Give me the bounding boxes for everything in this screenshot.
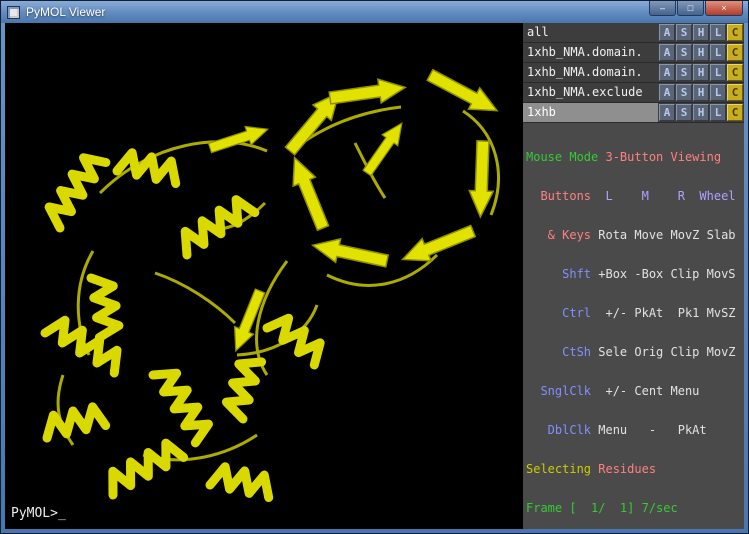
color-menu-button[interactable]: C [727, 24, 743, 41]
color-menu-button[interactable]: C [727, 64, 743, 81]
close-button[interactable]: × [705, 1, 743, 16]
object-name[interactable]: all [523, 23, 658, 42]
show-menu-button[interactable]: S [676, 104, 692, 121]
action-menu-button[interactable]: A [659, 84, 675, 101]
label-menu-button[interactable]: L [710, 84, 726, 101]
window-controls: – □ × [649, 1, 743, 16]
object-buttons: A S H L C [658, 23, 744, 42]
sidebar: all A S H L C 1xhb_NMA.domain. A S H L C [523, 23, 744, 529]
object-row-all: all A S H L C [523, 23, 744, 43]
object-row-1xhb: 1xhb A S H L C [523, 103, 744, 123]
command-prompt[interactable]: PyMOL>_ [11, 506, 66, 521]
object-buttons: A S H L C [658, 43, 744, 62]
color-menu-button[interactable]: C [727, 44, 743, 61]
snglclk-line: SnglClk +/- Cent Menu [526, 385, 742, 398]
ctsh-keys-line: CtSh Sele Orig Clip MovZ [526, 346, 742, 359]
color-menu-button[interactable]: C [727, 84, 743, 101]
frame-line[interactable]: Frame [ 1/ 1] 7/sec [526, 502, 742, 515]
object-buttons: A S H L C [658, 63, 744, 82]
show-menu-button[interactable]: S [676, 24, 692, 41]
ctrl-keys-line: Ctrl +/- PkAt Pk1 MvSZ [526, 307, 742, 320]
object-row-exclude: 1xhb_NMA.exclude A S H L C [523, 83, 744, 103]
window-content: PyMOL>_ all A S H L C 1xhb_NMA.domain. A [5, 23, 744, 529]
hide-menu-button[interactable]: H [693, 24, 709, 41]
show-menu-button[interactable]: S [676, 64, 692, 81]
label-menu-button[interactable]: L [710, 24, 726, 41]
titlebar[interactable]: PyMOL Viewer – □ × [1, 1, 748, 23]
object-buttons: A S H L C [658, 103, 744, 122]
object-name[interactable]: 1xhb_NMA.domain. [523, 43, 658, 62]
object-name-selected[interactable]: 1xhb [523, 103, 658, 122]
selecting-line[interactable]: Selecting Residues [526, 463, 742, 476]
hide-menu-button[interactable]: H [693, 84, 709, 101]
window-title: PyMOL Viewer [26, 5, 105, 19]
show-menu-button[interactable]: S [676, 84, 692, 101]
object-name[interactable]: 1xhb_NMA.domain. [523, 63, 658, 82]
object-row-domain-2: 1xhb_NMA.domain. A S H L C [523, 63, 744, 83]
object-name[interactable]: 1xhb_NMA.exclude [523, 83, 658, 102]
label-menu-button[interactable]: L [710, 64, 726, 81]
action-menu-button[interactable]: A [659, 44, 675, 61]
action-menu-button[interactable]: A [659, 104, 675, 121]
object-buttons: A S H L C [658, 83, 744, 102]
object-row-domain-1: 1xhb_NMA.domain. A S H L C [523, 43, 744, 63]
color-menu-button[interactable]: C [727, 104, 743, 121]
hide-menu-button[interactable]: H [693, 64, 709, 81]
minimize-button[interactable]: – [649, 1, 676, 16]
buttons-header-line: Buttons L M R Wheel [526, 190, 742, 203]
action-menu-button[interactable]: A [659, 24, 675, 41]
pymol-app-icon[interactable] [7, 6, 20, 19]
hide-menu-button[interactable]: H [693, 104, 709, 121]
label-menu-button[interactable]: L [710, 44, 726, 61]
pymol-window: PyMOL Viewer – □ × [0, 0, 749, 534]
action-menu-button[interactable]: A [659, 64, 675, 81]
maximize-button[interactable]: □ [677, 1, 704, 16]
keys-rota-line: & Keys Rota Move MovZ Slab [526, 229, 742, 242]
mouse-mode-line[interactable]: Mouse Mode 3-Button Viewing [526, 151, 742, 164]
viewport-3d[interactable]: PyMOL>_ [5, 23, 523, 529]
shift-keys-line: Shft +Box -Box Clip MovS [526, 268, 742, 281]
dblclk-line: DblClk Menu - PkAt [526, 424, 742, 437]
label-menu-button[interactable]: L [710, 104, 726, 121]
protein-ribbon [5, 23, 523, 529]
show-menu-button[interactable]: S [676, 44, 692, 61]
hide-menu-button[interactable]: H [693, 44, 709, 61]
mouse-panel: Mouse Mode 3-Button Viewing Buttons L M … [523, 123, 744, 534]
